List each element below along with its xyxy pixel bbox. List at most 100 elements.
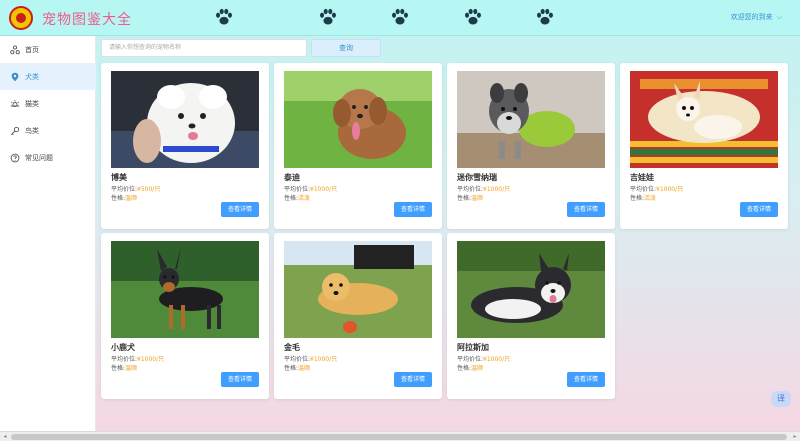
pet-card-golden: 金毛 平均价位:¥1000/只 性格:温顺 查看详情 xyxy=(274,233,442,399)
sidebar-item-label: 鸟类 xyxy=(25,126,39,135)
vertical-scrollbar[interactable] xyxy=(793,36,800,431)
pet-temper: 温顺 xyxy=(125,195,138,202)
key-icon xyxy=(10,126,20,136)
pet-price-row: 平均价位:¥1000/只 xyxy=(284,354,337,363)
pet-temper: 温顺 xyxy=(471,195,484,202)
welcome-dropdown[interactable]: 欢迎您的到来 ⌵ xyxy=(731,12,782,22)
pet-photo xyxy=(284,71,432,168)
pet-price-row: 平均价位:¥1000/只 xyxy=(630,184,683,193)
pet-photo xyxy=(457,241,605,338)
paw-icon xyxy=(534,6,556,28)
home-icon xyxy=(10,44,20,55)
paw-icon xyxy=(317,6,339,28)
pet-card-chihuahua: 吉娃娃 平均价位:¥1000/只 性格:活泼 查看详情 xyxy=(620,63,788,229)
sidebar-item-label: 犬类 xyxy=(25,72,39,81)
pet-temper-row: 性格:温顺 xyxy=(111,363,137,372)
pet-price-row: 平均价位:¥1000/只 xyxy=(111,354,164,363)
pet-price: ¥1000/只 xyxy=(483,356,511,363)
paw-icon xyxy=(389,6,411,28)
help-icon xyxy=(10,153,20,163)
pet-card-teddy: 泰迪 平均价位:¥1000/只 性格:活泼 查看详情 xyxy=(274,63,442,229)
pet-photo xyxy=(111,241,259,338)
pet-card-pomeranian: 博美 平均价位:¥500/只 性格:温顺 查看详情 xyxy=(101,63,269,229)
pet-name: 泰迪 xyxy=(284,173,300,182)
top-header: 宠物图鉴大全 欢迎您的到来 ⌵ xyxy=(0,0,800,36)
pet-name: 吉娃娃 xyxy=(630,173,654,182)
pet-card-pinscher: 小鹿犬 平均价位:¥1000/只 性格:温顺 查看详情 xyxy=(101,233,269,399)
pet-temper: 温顺 xyxy=(471,365,484,372)
sidebar-item-label: 首页 xyxy=(25,45,39,54)
pet-name: 小鹿犬 xyxy=(111,343,135,352)
pet-price: ¥1000/只 xyxy=(310,186,338,193)
price-label: 平均价位: xyxy=(457,356,484,363)
price-label: 平均价位: xyxy=(457,186,484,193)
view-details-button[interactable]: 查看详情 xyxy=(221,202,259,217)
pet-temper-row: 性格:温顺 xyxy=(457,363,483,372)
pet-temper-row: 性格:温顺 xyxy=(284,363,310,372)
view-details-button[interactable]: 查看详情 xyxy=(740,202,778,217)
sidebar-item-cats[interactable]: 猫类 xyxy=(0,90,96,117)
price-label: 平均价位: xyxy=(284,186,311,193)
app-title: 宠物图鉴大全 xyxy=(42,12,132,28)
temper-label: 性格: xyxy=(630,195,645,202)
sidebar-item-label: 常见问题 xyxy=(25,153,53,162)
price-label: 平均价位: xyxy=(630,186,657,193)
pet-price: ¥1000/只 xyxy=(483,186,511,193)
price-label: 平均价位: xyxy=(111,356,138,363)
pet-price-row: 平均价位:¥1000/只 xyxy=(457,354,510,363)
temper-label: 性格: xyxy=(457,195,472,202)
sidebar: 首页 犬类 猫类 鸟类 常见问题 xyxy=(0,36,96,431)
pet-name: 博美 xyxy=(111,173,127,182)
view-details-button[interactable]: 查看详情 xyxy=(221,372,259,387)
view-details-button[interactable]: 查看详情 xyxy=(567,202,605,217)
sidebar-item-birds[interactable]: 鸟类 xyxy=(0,117,96,144)
location-icon xyxy=(10,72,20,82)
pet-name: 阿拉斯加 xyxy=(457,343,489,352)
price-label: 平均价位: xyxy=(284,356,311,363)
pet-price: ¥1000/只 xyxy=(137,356,165,363)
pet-temper-row: 性格:活泼 xyxy=(630,193,656,202)
pet-temper-row: 性格:温顺 xyxy=(111,193,137,202)
sidebar-item-label: 猫类 xyxy=(25,99,39,108)
view-details-button[interactable]: 查看详情 xyxy=(567,372,605,387)
pet-price-row: 平均价位:¥1000/只 xyxy=(284,184,337,193)
temper-label: 性格: xyxy=(284,195,299,202)
pet-photo xyxy=(284,241,432,338)
pet-card-alaskan: 阿拉斯加 平均价位:¥1000/只 性格:温顺 查看详情 xyxy=(447,233,615,399)
scroll-right-icon[interactable]: ▸ xyxy=(790,433,800,441)
sidebar-item-dogs[interactable]: 犬类 xyxy=(0,63,96,90)
scroll-left-icon[interactable]: ◂ xyxy=(0,433,10,441)
pet-temper: 温顺 xyxy=(298,365,311,372)
pet-name: 金毛 xyxy=(284,343,300,352)
pet-price-row: 平均价位:¥500/只 xyxy=(111,184,160,193)
chevron-down-icon: ⌵ xyxy=(776,13,782,21)
pet-price: ¥1000/只 xyxy=(310,356,338,363)
pet-price-row: 平均价位:¥1000/只 xyxy=(457,184,510,193)
translate-button[interactable]: 译 xyxy=(771,391,791,407)
price-label: 平均价位: xyxy=(111,186,138,193)
sidebar-item-home[interactable]: 首页 xyxy=(0,36,96,63)
horizontal-scrollbar[interactable]: ◂ ▸ xyxy=(0,431,800,441)
sun-icon xyxy=(10,99,20,109)
view-details-button[interactable]: 查看详情 xyxy=(394,372,432,387)
paw-icon xyxy=(462,6,484,28)
scrollbar-thumb[interactable] xyxy=(11,434,787,440)
pet-price: ¥500/只 xyxy=(137,186,161,193)
search-button[interactable]: 查询 xyxy=(311,39,381,57)
pet-price: ¥1000/只 xyxy=(656,186,684,193)
pet-photo xyxy=(111,71,259,168)
pet-card-schnauzer: 迷你雪纳瑞 平均价位:¥1000/只 性格:温顺 查看详情 xyxy=(447,63,615,229)
pet-temper-row: 性格:活泼 xyxy=(284,193,310,202)
temper-label: 性格: xyxy=(457,365,472,372)
temper-label: 性格: xyxy=(111,365,126,372)
paw-icon xyxy=(213,6,235,28)
search-input[interactable]: 请输入你想查询的宠物名称 xyxy=(101,39,307,57)
sidebar-item-faq[interactable]: 常见问题 xyxy=(0,144,96,171)
pet-temper: 温顺 xyxy=(125,365,138,372)
pet-photo xyxy=(457,71,605,168)
site-logo[interactable] xyxy=(9,6,33,30)
pet-temper: 活泼 xyxy=(644,195,657,202)
view-details-button[interactable]: 查看详情 xyxy=(394,202,432,217)
pet-photo xyxy=(630,71,778,168)
temper-label: 性格: xyxy=(284,365,299,372)
